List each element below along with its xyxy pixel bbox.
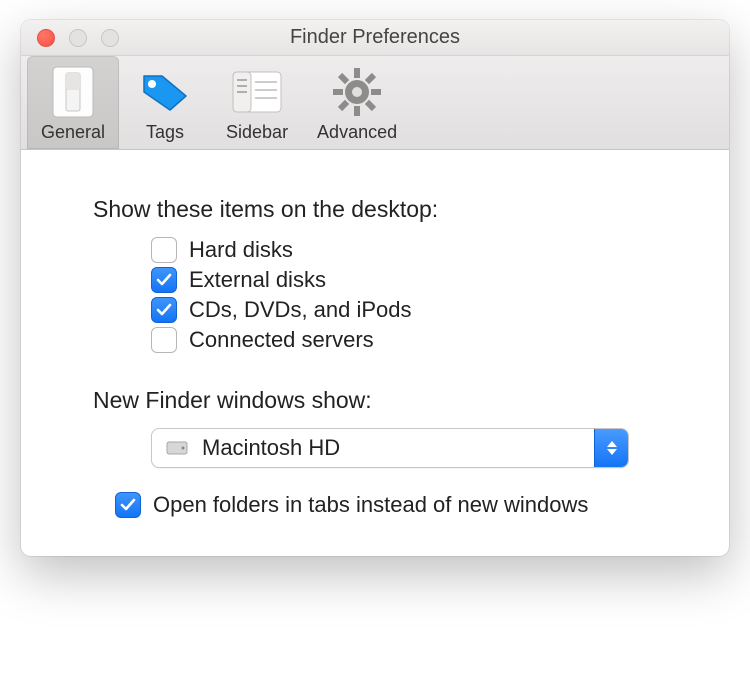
checkbox-row-external-disks[interactable]: External disks [151, 267, 689, 293]
window-controls [21, 29, 119, 47]
toolbar: General Tags [21, 56, 729, 150]
checkbox[interactable] [151, 327, 177, 353]
general-pane: Show these items on the desktop: Hard di… [21, 150, 729, 556]
tab-label: Sidebar [226, 122, 288, 143]
sidebar-icon [229, 64, 285, 120]
checkbox-label: Hard disks [189, 237, 293, 263]
checkbox-label: Connected servers [189, 327, 374, 353]
checkbox[interactable] [115, 492, 141, 518]
zoom-button[interactable] [101, 29, 119, 47]
tab-sidebar[interactable]: Sidebar [211, 56, 303, 149]
tab-tags[interactable]: Tags [119, 56, 211, 149]
checkbox-row-connected-servers[interactable]: Connected servers [151, 327, 689, 353]
hard-disk-icon [160, 436, 194, 460]
close-button[interactable] [37, 29, 55, 47]
checkbox[interactable] [151, 297, 177, 323]
titlebar: Finder Preferences [21, 20, 729, 56]
select-value: Macintosh HD [202, 435, 594, 461]
window-title: Finder Preferences [21, 26, 729, 49]
preferences-window: Finder Preferences General Tags [21, 20, 729, 556]
new-windows-heading: New Finder windows show: [93, 387, 689, 414]
checkbox-row-open-in-tabs[interactable]: Open folders in tabs instead of new wind… [115, 492, 689, 518]
tab-advanced[interactable]: Advanced [303, 56, 411, 149]
gear-icon [329, 64, 385, 120]
checkbox-label: External disks [189, 267, 326, 293]
new-window-location-select[interactable]: Macintosh HD [151, 428, 629, 468]
tab-label: Advanced [317, 122, 397, 143]
tab-general[interactable]: General [27, 56, 119, 149]
tag-icon [137, 64, 193, 120]
desktop-items-heading: Show these items on the desktop: [93, 196, 689, 223]
chevron-up-down-icon [594, 429, 628, 467]
switch-icon [45, 64, 101, 120]
checkbox-label: CDs, DVDs, and iPods [189, 297, 412, 323]
checkbox-label: Open folders in tabs instead of new wind… [153, 492, 588, 518]
tab-label: General [41, 122, 105, 143]
tab-label: Tags [146, 122, 184, 143]
minimize-button[interactable] [69, 29, 87, 47]
checkbox-row-cds-dvds-ipods[interactable]: CDs, DVDs, and iPods [151, 297, 689, 323]
checkbox[interactable] [151, 267, 177, 293]
checkbox[interactable] [151, 237, 177, 263]
checkbox-row-hard-disks[interactable]: Hard disks [151, 237, 689, 263]
